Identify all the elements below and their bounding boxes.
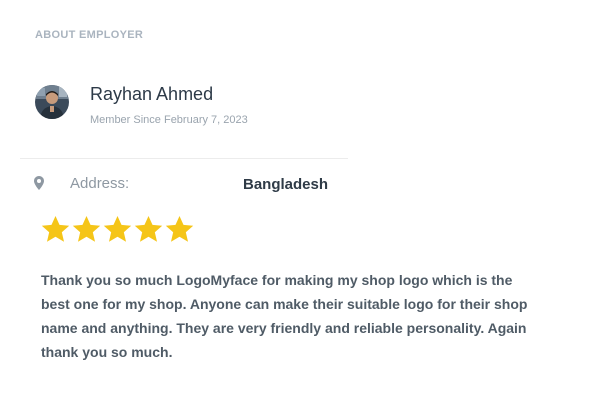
employer-name[interactable]: Rayhan Ahmed <box>90 84 213 105</box>
divider <box>20 158 348 159</box>
star-icon <box>41 215 70 242</box>
star-icon <box>103 215 132 242</box>
star-icon <box>165 215 194 242</box>
member-since: Member Since February 7, 2023 <box>90 114 248 126</box>
star-rating <box>40 214 195 245</box>
map-pin-icon <box>34 176 44 190</box>
star-icon <box>72 215 101 242</box>
address-value: Bangladesh <box>243 176 329 193</box>
star-icon <box>134 215 163 242</box>
user-avatar-icon <box>35 85 69 119</box>
employer-card: ABOUT EMPLOYER Rayhan Ahmed Member Since… <box>0 0 600 400</box>
review-text: Thank you so much LogoMyface for making … <box>41 272 528 360</box>
avatar[interactable] <box>35 85 69 119</box>
address-label: Address: <box>70 175 130 192</box>
section-title: ABOUT EMPLOYER <box>35 29 144 41</box>
